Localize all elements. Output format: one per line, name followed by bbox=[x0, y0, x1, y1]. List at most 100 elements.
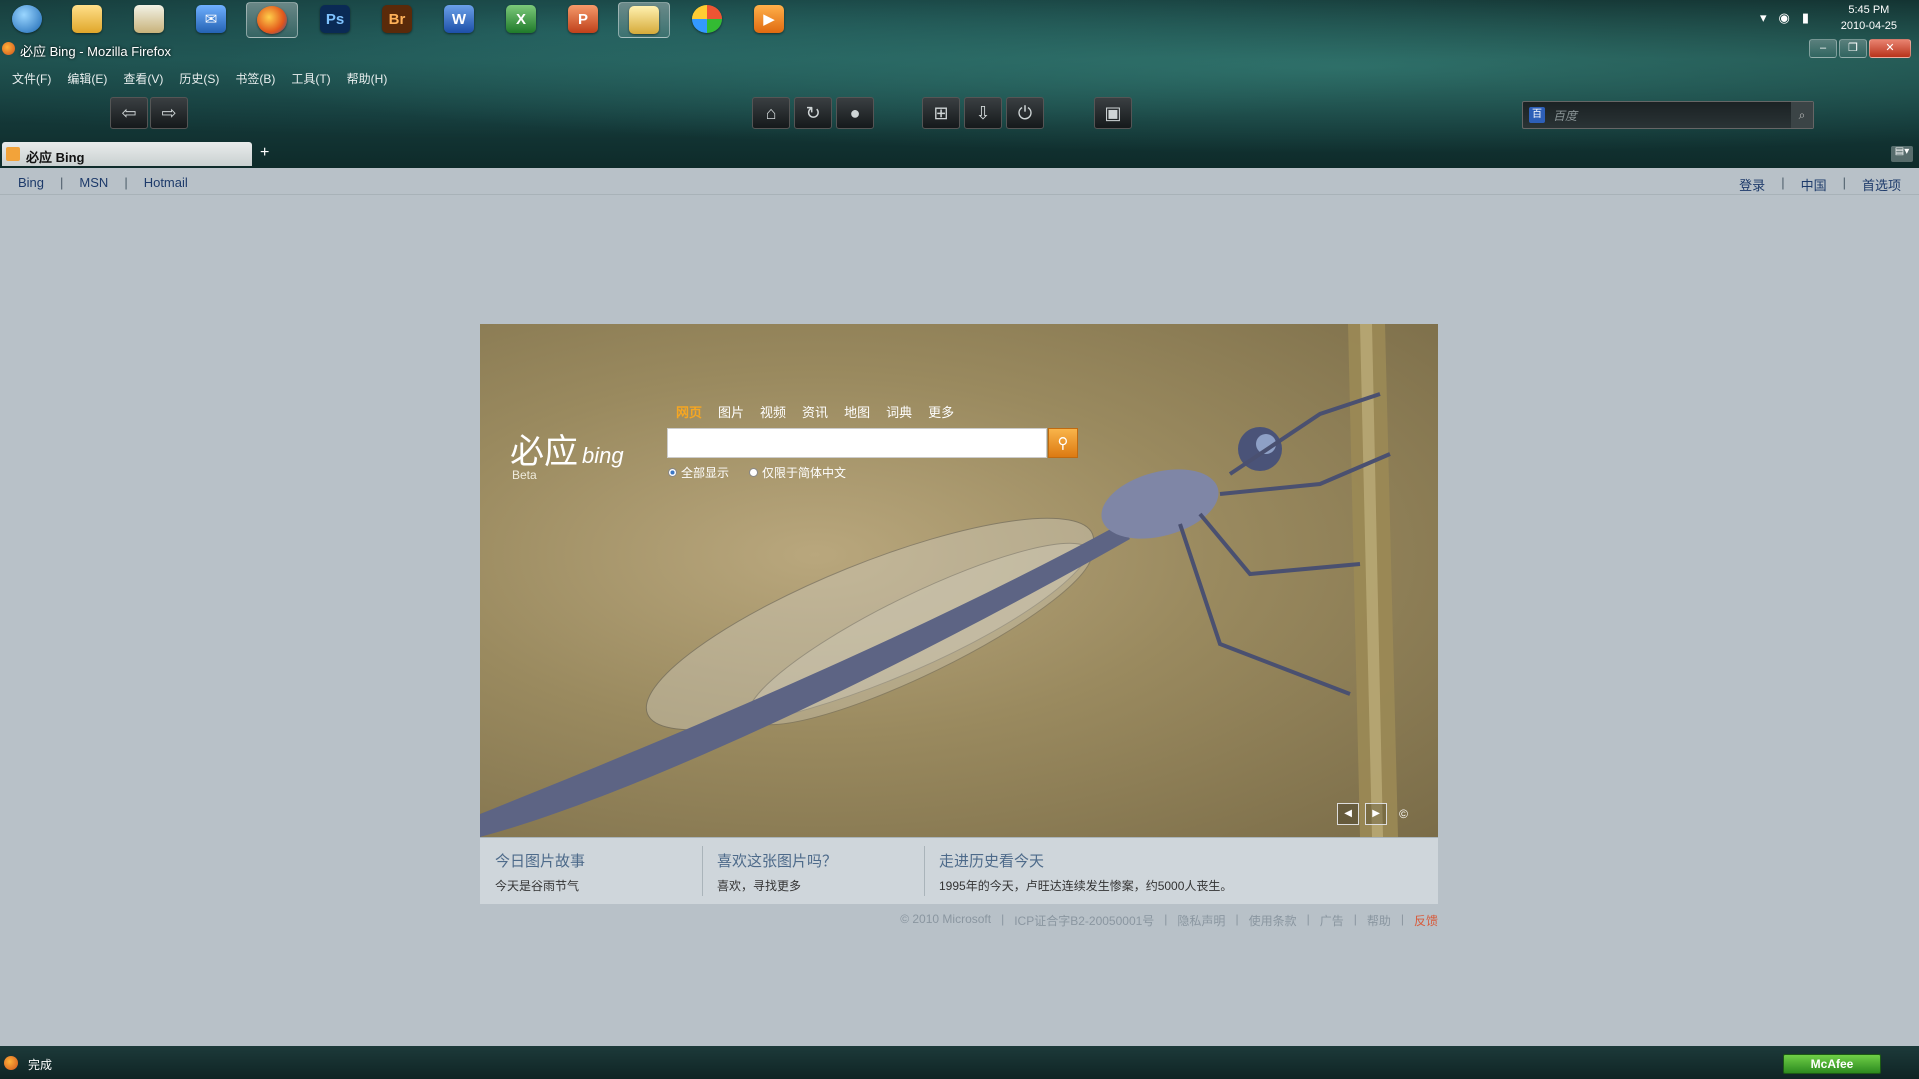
link-hotmail[interactable]: Hotmail bbox=[144, 175, 188, 190]
scope-news[interactable]: 资讯 bbox=[802, 402, 828, 421]
footer-privacy[interactable]: 隐私声明 bbox=[1177, 912, 1225, 929]
browser-search-box[interactable]: 百 百度 ⌕ bbox=[1522, 101, 1814, 129]
scope-dictionary[interactable]: 词典 bbox=[886, 402, 912, 421]
footer-help[interactable]: 帮助 bbox=[1367, 912, 1391, 929]
menu-tools[interactable]: 工具(T) bbox=[291, 70, 330, 90]
email-icon[interactable]: ✉ bbox=[186, 2, 236, 36]
info-title[interactable]: 喜欢这张图片吗？ bbox=[717, 850, 909, 871]
scope-maps[interactable]: 地图 bbox=[844, 402, 870, 421]
power-icon[interactable]: ▮ bbox=[1802, 10, 1809, 26]
forward-button[interactable]: ⇨ bbox=[150, 97, 188, 129]
footer-feedback[interactable]: 反馈 bbox=[1414, 912, 1438, 929]
radio-chinese-label: 仅限于简体中文 bbox=[762, 466, 847, 480]
separator: | bbox=[124, 175, 128, 190]
firefox-icon[interactable] bbox=[246, 2, 298, 38]
menu-edit[interactable]: 编辑(E) bbox=[67, 70, 107, 90]
files-icon[interactable] bbox=[124, 2, 174, 36]
fullscreen-icon: ▣ bbox=[1104, 102, 1122, 123]
search-engine-icon[interactable]: 百 bbox=[1529, 107, 1545, 123]
search-go-icon[interactable]: ⌕ bbox=[1791, 102, 1813, 128]
new-tab-toolbar-button[interactable]: ⊞ bbox=[922, 97, 960, 129]
link-signin[interactable]: 登录 bbox=[1739, 175, 1765, 194]
reload-button[interactable]: ↻ bbox=[794, 97, 832, 129]
folder-icon[interactable] bbox=[62, 2, 112, 36]
window-titlebar[interactable]: 必应 Bing - Mozilla Firefox – ❐ ✕ bbox=[0, 39, 1919, 59]
info-col-history[interactable]: 走进历史看今天 1995年的今天，卢旺达连续发生惨案，约5000人丧生。 bbox=[924, 838, 1438, 904]
menu-view[interactable]: 查看(V) bbox=[123, 70, 163, 90]
menu-history[interactable]: 历史(S) bbox=[179, 70, 219, 90]
info-sub[interactable]: 1995年的今天，卢旺达连续发生惨案，约5000人丧生。 bbox=[939, 877, 1423, 894]
fullscreen-button[interactable]: ▣ bbox=[1094, 97, 1132, 129]
powerpoint-icon[interactable]: P bbox=[558, 2, 608, 36]
scope-web[interactable]: 网页 bbox=[676, 402, 702, 421]
photoshop-icon[interactable]: Ps bbox=[310, 2, 360, 36]
info-strip: 今日图片故事 今天是谷雨节气 喜欢这张图片吗？ 喜欢，寻找更多 走进历史看今天 … bbox=[480, 837, 1438, 904]
link-msn[interactable]: MSN bbox=[79, 175, 108, 190]
stop-button[interactable]: ● bbox=[836, 97, 874, 129]
close-button[interactable]: ✕ bbox=[1869, 39, 1911, 58]
radio-selected-icon bbox=[668, 468, 677, 477]
scope-more[interactable]: 更多 bbox=[928, 402, 954, 421]
logo-cn: 必应 bbox=[510, 432, 578, 472]
info-sub[interactable]: 今天是谷雨节气 bbox=[495, 877, 685, 894]
menu-bar: 文件(F) 编辑(E) 查看(V) 历史(S) 书签(B) 工具(T) 帮助(H… bbox=[0, 70, 387, 90]
info-col-like[interactable]: 喜欢这张图片吗？ 喜欢，寻找更多 bbox=[702, 838, 924, 904]
radio-chinese[interactable]: 仅限于简体中文 bbox=[749, 464, 846, 481]
info-title[interactable]: 走进历史看今天 bbox=[939, 850, 1423, 871]
tab-bing[interactable]: 必应 Bing bbox=[2, 142, 252, 166]
media-center-icon[interactable] bbox=[682, 2, 732, 36]
copyright-icon[interactable]: © bbox=[1399, 807, 1408, 821]
prev-image-button[interactable]: ◀ bbox=[1337, 803, 1360, 825]
menu-help[interactable]: 帮助(H) bbox=[347, 70, 388, 90]
link-region[interactable]: 中国 bbox=[1801, 175, 1827, 194]
firefox-small-icon bbox=[2, 42, 15, 55]
separator: | bbox=[1306, 912, 1310, 926]
home-button[interactable]: ⌂ bbox=[752, 97, 790, 129]
search-scopes: 网页 图片 视频 资讯 地图 词典 更多 bbox=[676, 402, 954, 421]
media-player-icon[interactable]: ▶ bbox=[744, 2, 794, 36]
bing-top-bar: Bing | MSN | Hotmail 登录 | 中国 | 首选项 bbox=[0, 168, 1919, 195]
language-options: 全部显示 仅限于简体中文 bbox=[668, 464, 846, 481]
power-button[interactable]: ⏻ bbox=[1006, 97, 1044, 129]
excel-icon[interactable]: X bbox=[496, 2, 546, 36]
reload-icon: ↻ bbox=[805, 102, 821, 123]
hero-navigation: ◀ ▶ © bbox=[1337, 803, 1408, 825]
radio-all[interactable]: 全部显示 bbox=[668, 464, 729, 481]
download-button[interactable]: ⇩ bbox=[964, 97, 1002, 129]
new-tab-button[interactable]: + bbox=[260, 144, 269, 162]
firefox-status-icon bbox=[4, 1056, 18, 1070]
search-button[interactable]: ⚲ bbox=[1048, 428, 1078, 458]
download-icon: ⇩ bbox=[975, 102, 991, 123]
tab-list-button[interactable]: ▤▾ bbox=[1891, 146, 1913, 162]
start-orb-icon[interactable] bbox=[2, 2, 52, 36]
word-icon[interactable]: W bbox=[434, 2, 484, 36]
tray-expand-icon[interactable]: ▾ bbox=[1760, 10, 1767, 26]
menu-bookmarks[interactable]: 书签(B) bbox=[235, 70, 275, 90]
info-sub[interactable]: 喜欢，寻找更多 bbox=[717, 877, 909, 894]
back-button[interactable]: ⇦ bbox=[110, 97, 148, 129]
info-col-story[interactable]: 今日图片故事 今天是谷雨节气 bbox=[480, 838, 700, 904]
next-image-button[interactable]: ▶ bbox=[1365, 803, 1388, 825]
footer-ads[interactable]: 广告 bbox=[1320, 912, 1344, 929]
network-icon[interactable]: ◉ bbox=[1779, 10, 1790, 26]
hero-image: 必应 bing Beta 网页 图片 视频 资讯 地图 词典 更多 ⚲ 全部显示 … bbox=[480, 324, 1438, 837]
search-input[interactable] bbox=[667, 428, 1047, 458]
info-title[interactable]: 今日图片故事 bbox=[495, 850, 685, 871]
menu-file[interactable]: 文件(F) bbox=[12, 70, 51, 90]
footer-icp[interactable]: ICP证合字B2-20050001号 bbox=[1014, 912, 1154, 929]
footer-copyright: © 2010 Microsoft bbox=[900, 912, 992, 926]
bridge-icon[interactable]: Br bbox=[372, 2, 422, 36]
link-bing[interactable]: Bing bbox=[18, 175, 44, 190]
window-controls: – ❐ ✕ bbox=[1807, 39, 1911, 58]
bing-logo[interactable]: 必应 bing Beta bbox=[510, 424, 624, 482]
footer-terms[interactable]: 使用条款 bbox=[1249, 912, 1297, 929]
mcafee-badge[interactable]: McAfee bbox=[1783, 1054, 1881, 1074]
maximize-button[interactable]: ❐ bbox=[1839, 39, 1867, 58]
minimize-button[interactable]: – bbox=[1809, 39, 1837, 58]
link-preferences[interactable]: 首选项 bbox=[1862, 175, 1901, 194]
scope-images[interactable]: 图片 bbox=[718, 402, 744, 421]
explorer-icon[interactable] bbox=[618, 2, 670, 38]
forward-arrow-icon: ⇨ bbox=[161, 102, 177, 123]
taskbar-clock[interactable]: 5:45 PM 2010-04-25 bbox=[1841, 2, 1897, 34]
scope-videos[interactable]: 视频 bbox=[760, 402, 786, 421]
